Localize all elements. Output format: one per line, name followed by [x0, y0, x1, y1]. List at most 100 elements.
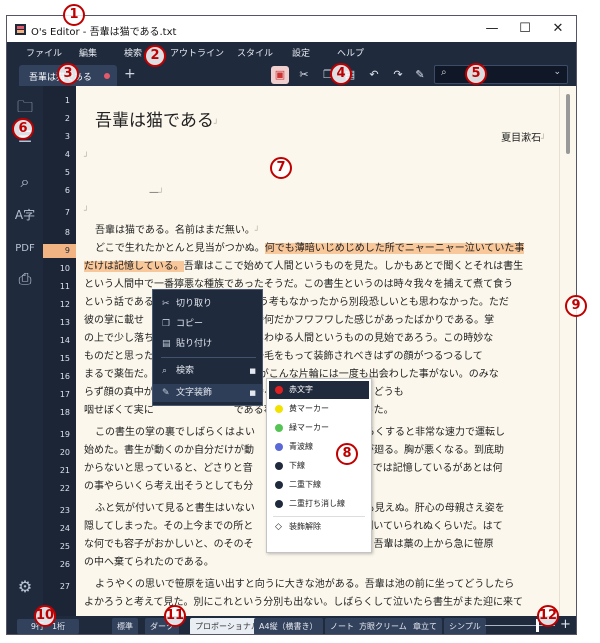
line-number: 15	[59, 354, 70, 363]
decoration-item[interactable]: 緑マーカー	[269, 419, 369, 437]
title-bar: O's Editor - 吾輩は猫である.txt — ☐ ✕	[7, 16, 576, 42]
menu-item-paste[interactable]: ▤ 貼り付け	[153, 335, 262, 353]
decoration-submenu: 赤文字 黄マーカー 緑マーカー 青波線 下線 二重下線 二重打ち消し線 ◇ 装飾解除	[266, 378, 372, 553]
pdf-icon[interactable]: PDF	[14, 238, 36, 260]
line-number: 3	[64, 132, 70, 141]
vertical-scrollbar[interactable]	[559, 86, 576, 616]
menu-search[interactable]: 検索	[124, 46, 142, 59]
print-icon[interactable]: ⎙	[14, 268, 36, 290]
color-dot-icon	[275, 424, 283, 432]
line-number: 2	[64, 114, 70, 123]
annotation-badge: 1	[63, 4, 85, 26]
line-number: 1	[64, 96, 70, 105]
status-bar: 9行 1桁 標準 ダーク プロポーショナル A4縦（横書き） ノート 方眼クリー…	[7, 616, 576, 634]
folder-icon[interactable]: 🗀	[14, 96, 36, 118]
color-dot-icon	[275, 481, 283, 489]
app-logo-icon	[15, 24, 26, 35]
style-tab-proportional[interactable]: プロポーショナル	[190, 618, 264, 634]
doc-author: 夏目漱石┘	[501, 133, 546, 144]
menu-edit[interactable]: 編集	[79, 46, 97, 59]
window-title: O's Editor - 吾輩は猫である.txt	[31, 27, 177, 38]
line-number: 7	[64, 208, 70, 217]
blank-line: ┘	[84, 206, 89, 215]
style-tab-standard[interactable]: 標準	[112, 618, 138, 634]
search-icon[interactable]: ⌕	[14, 171, 36, 193]
copy-icon: ❐	[162, 319, 171, 329]
annotation-badge: 2	[144, 45, 166, 67]
submenu-arrow-icon: ■	[249, 367, 256, 375]
line-number: 6	[64, 186, 70, 195]
close-button[interactable]: ✕	[547, 19, 569, 39]
text-line: どこで生れたかとんと見当がつかぬ。何でも薄暗いじめじめした所でニャーニャー泣いて…	[95, 243, 525, 254]
save-icon[interactable]: ▣	[271, 66, 289, 84]
line-number: 10	[59, 264, 70, 273]
text-decoration-icon[interactable]: ✎	[411, 66, 429, 84]
line-number: 13	[59, 318, 70, 327]
style-tab-chapters[interactable]: 章立て	[408, 618, 442, 634]
menu-item-search[interactable]: ⌕ 検索 ■	[153, 362, 262, 380]
style-tab-a4[interactable]: A4縦（横書き）	[254, 618, 323, 634]
decoration-item[interactable]: 二重打ち消し線	[269, 495, 369, 513]
undo-icon[interactable]: ↶	[365, 66, 383, 84]
line-number-gutter: 1 2 3 4 5 6 7 8 9 10 11 12 13 14 15 16 17 18 19 20 21 22 23 24 2…	[43, 86, 76, 616]
blank-line: ┘	[84, 152, 89, 161]
gear-icon[interactable]: ⚙	[14, 576, 36, 598]
line-number: 8	[64, 228, 70, 237]
text-decoration-icon: ✎	[162, 388, 170, 398]
annotation-badge: 7	[270, 157, 292, 179]
style-tab-grid-cream[interactable]: 方眼クリーム	[354, 618, 412, 634]
maximize-button[interactable]: ☐	[514, 19, 536, 39]
color-dot-icon	[275, 386, 283, 394]
menu-settings[interactable]: 設定	[292, 46, 310, 59]
redo-icon[interactable]: ↷	[389, 66, 407, 84]
menu-separator	[273, 516, 365, 517]
line-number: 21	[59, 466, 70, 475]
decoration-item[interactable]: 二重下線	[269, 476, 369, 494]
annotation-badge: 9	[565, 295, 587, 317]
line-number: 23	[59, 506, 70, 515]
font-icon[interactable]: A字	[14, 204, 36, 226]
menu-style[interactable]: スタイル	[237, 46, 273, 59]
scrollbar-thumb[interactable]	[566, 94, 570, 154]
line-number: 24	[59, 524, 70, 533]
menu-item-copy[interactable]: ❐ コピー	[153, 315, 262, 333]
menu-item-cut[interactable]: ✂ 切り取り	[153, 295, 262, 313]
eraser-icon: ◇	[275, 522, 282, 532]
decoration-item[interactable]: 赤文字	[269, 381, 369, 399]
line-number: 25	[59, 542, 70, 551]
minimize-button[interactable]: —	[481, 19, 503, 39]
annotation-badge: 6	[12, 118, 34, 140]
line-number: 9	[43, 244, 76, 258]
decoration-item-label: 装飾解除	[289, 522, 321, 531]
add-tab-button[interactable]: +	[124, 66, 136, 82]
line-number: 27	[59, 582, 70, 591]
decoration-item[interactable]: ◇ 装飾解除	[269, 518, 369, 536]
menu-outline[interactable]: アウトライン	[170, 46, 224, 59]
annotation-badge: 8	[336, 443, 358, 465]
line-number: 14	[59, 336, 70, 345]
line-number: 17	[59, 390, 70, 399]
search-input[interactable]: ⌕ ⌄	[434, 65, 568, 84]
menu-help[interactable]: ヘルプ	[337, 46, 364, 59]
chevron-down-icon[interactable]: ⌄	[553, 67, 561, 77]
decoration-item[interactable]: 黄マーカー	[269, 400, 369, 418]
menu-item-decoration[interactable]: ✎ 文字装飾 ■	[153, 384, 262, 402]
decoration-item-label: 赤文字	[289, 385, 313, 394]
selected-text: 何でも薄暗いじめじめした所でニャーニャー泣いていた事	[264, 243, 525, 254]
cut-icon[interactable]: ✂	[295, 66, 313, 84]
divider-mark: —┘	[149, 187, 164, 198]
menu-separator	[161, 357, 256, 358]
line-number: 4	[64, 150, 70, 159]
zoom-in-button[interactable]: +	[560, 617, 571, 632]
text-line: ようやくの思いで笹原を這い出すと向うに大きな池がある。吾輩は池の前に坐ってどうし…	[95, 579, 515, 590]
left-sidebar: 🗀 ☰ ⌕ A字 PDF ⎙ ⚙	[7, 86, 43, 616]
annotation-badge: 4	[330, 63, 352, 85]
line-number: 22	[59, 484, 70, 493]
menu-file[interactable]: ファイル	[26, 46, 62, 59]
decoration-item-label: 下線	[289, 461, 305, 470]
style-tab-simple[interactable]: シンプル	[444, 618, 486, 634]
annotation-badge: 3	[57, 63, 79, 85]
line-number: 11	[59, 282, 70, 291]
selected-text: だけは記憶している。	[84, 261, 184, 272]
line-number: 20	[59, 448, 70, 457]
